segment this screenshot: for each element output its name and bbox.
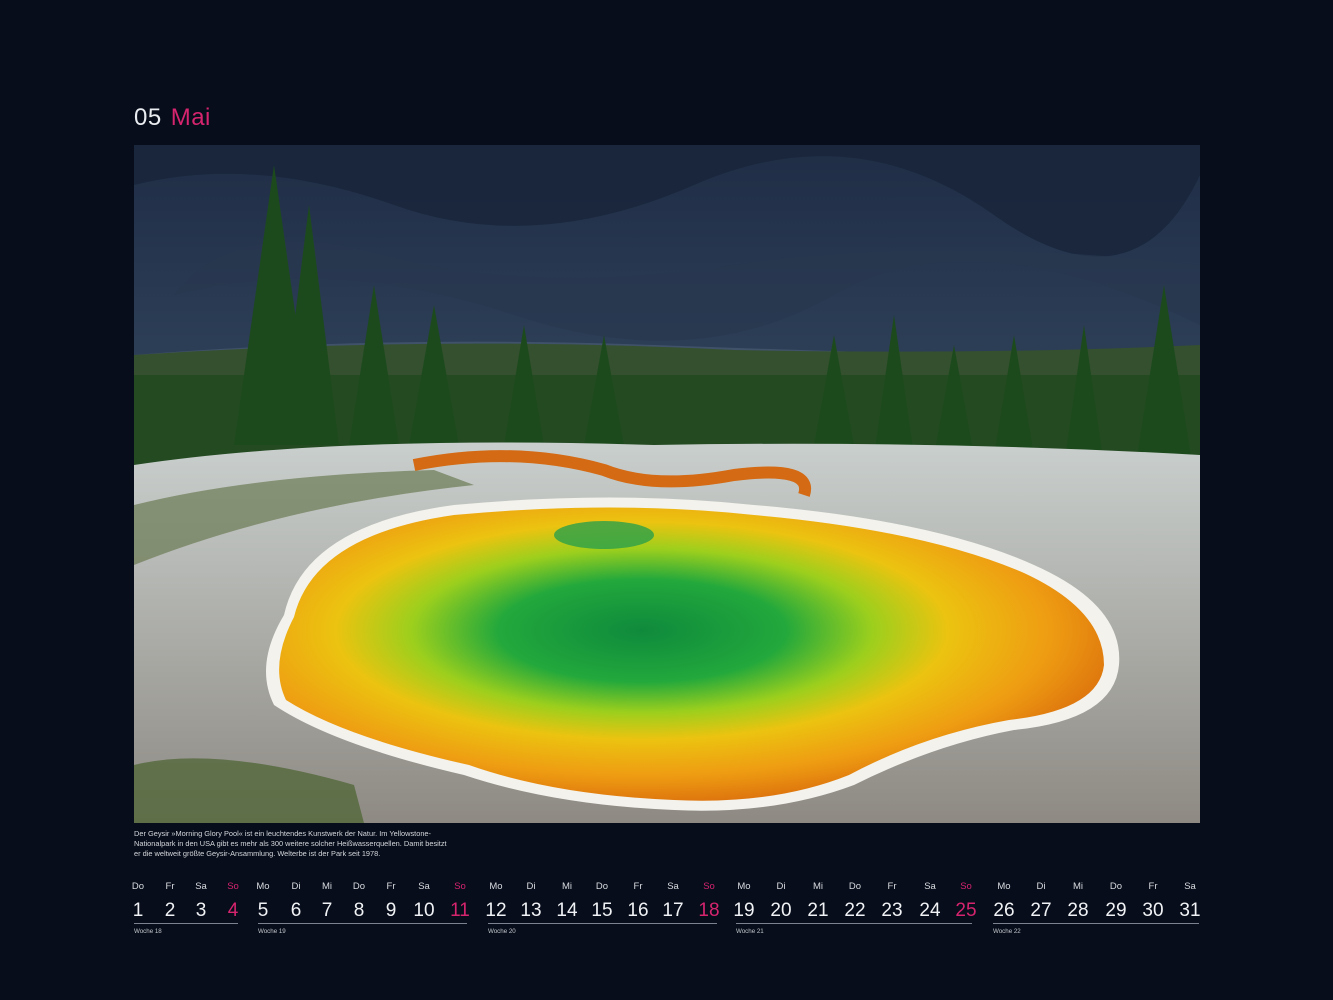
calendar-day: Do 22 [835, 880, 875, 923]
weekday-label: Mo [737, 881, 751, 892]
weekday-label: So [960, 881, 972, 892]
calendar-day: Mi 21 [798, 880, 838, 923]
calendar-day: Sa 24 [910, 880, 950, 923]
calendar-day: Sa 17 [653, 880, 693, 923]
weekday-label: Sa [1184, 881, 1196, 892]
day-number: 24 [919, 900, 941, 921]
day-number: 13 [520, 900, 542, 921]
weekday-label: Sa [924, 881, 936, 892]
calendar-day: Di 13 [511, 880, 551, 923]
month-name: Mai [170, 104, 211, 131]
week-divider [993, 923, 1199, 924]
week-label: Woche 21 [736, 928, 764, 935]
weekday-label: Mo [489, 881, 503, 892]
photo-illustration [134, 145, 1200, 823]
calendar-day: Fr 16 [618, 880, 658, 923]
calendar-day: Fr 23 [872, 880, 912, 923]
calendar-day: Sa 10 [404, 880, 444, 923]
calendar-day: Di 27 [1021, 880, 1061, 923]
calendar-day: Mi 28 [1058, 880, 1098, 923]
weekday-label: Do [848, 881, 862, 892]
day-number: 11 [450, 900, 470, 921]
weekday-label: Sa [418, 881, 430, 892]
day-number: 20 [770, 900, 792, 921]
day-number: 28 [1067, 900, 1089, 921]
weekday-label: Mi [561, 881, 573, 892]
day-number: 21 [807, 900, 829, 921]
calendar-day: Mo 12 [476, 880, 516, 923]
day-number: 29 [1105, 900, 1127, 921]
week-label: Woche 20 [488, 928, 516, 935]
week-divider [488, 923, 717, 924]
weekday-label: Di [1036, 881, 1046, 892]
week-divider [736, 923, 972, 924]
day-number: 16 [627, 900, 649, 921]
weekday-label: So [454, 881, 466, 892]
day-number: 26 [993, 900, 1015, 921]
day-number: 18 [698, 900, 720, 921]
calendar-day: Fr 30 [1133, 880, 1173, 923]
week-label: Woche 22 [993, 928, 1021, 935]
photo-caption: Der Geysir »Morning Glory Pool« ist ein … [134, 829, 447, 858]
day-number: 19 [733, 900, 755, 921]
calendar-day: So 11 [440, 880, 480, 923]
weekday-label: Di [526, 881, 536, 892]
calendar-day: Do 29 [1096, 880, 1136, 923]
week-label: Woche 18 [134, 928, 162, 935]
calendar-day: Mo 26 [984, 880, 1024, 923]
weekday-label: Do [595, 881, 609, 892]
weekday-label: Mi [812, 881, 824, 892]
weekday-label: Mo [997, 881, 1011, 892]
week-divider [258, 923, 467, 924]
day-number: 27 [1030, 900, 1052, 921]
calendar-day: Di 20 [761, 880, 801, 923]
day-number: 30 [1142, 900, 1164, 921]
weekday-label: Di [776, 881, 786, 892]
weekday-label: Fr [633, 881, 643, 892]
calendar-day: So 18 [689, 880, 729, 923]
day-number: 25 [955, 900, 977, 921]
calendar-day: Sa 31 [1170, 880, 1210, 923]
weekday-label: Fr [1148, 881, 1158, 892]
weekday-label: Do [1109, 881, 1123, 892]
day-number: 12 [485, 900, 507, 921]
month-number: 05 [134, 104, 162, 131]
week-label: Woche 19 [258, 928, 286, 935]
day-number: 15 [591, 900, 613, 921]
week-divider [134, 923, 238, 924]
day-number: 22 [844, 900, 866, 921]
day-number: 10 [413, 900, 435, 921]
day-number: 31 [1179, 900, 1201, 921]
weekday-label: Mi [1072, 881, 1084, 892]
day-number: 17 [662, 900, 684, 921]
calendar-day: Do 15 [582, 880, 622, 923]
day-number: 14 [556, 900, 578, 921]
hot-spring-photo [134, 145, 1200, 823]
calendar-day: Mo 19 [724, 880, 764, 923]
weekday-label: Sa [667, 881, 679, 892]
weekday-label: So [703, 881, 715, 892]
weekday-label: Fr [887, 881, 897, 892]
calendar-day: So 25 [946, 880, 986, 923]
calendar-day: Mi 14 [547, 880, 587, 923]
day-number: 23 [881, 900, 903, 921]
month-calendar: Do 1 Fr 2 Sa 3 So 4 Mo 5 Di 6 Mi 7 Do 8 Fr 9 Sa 10 So 11 Mo 12 D… [0, 880, 1333, 940]
month-header: 05 Mai [134, 104, 211, 132]
